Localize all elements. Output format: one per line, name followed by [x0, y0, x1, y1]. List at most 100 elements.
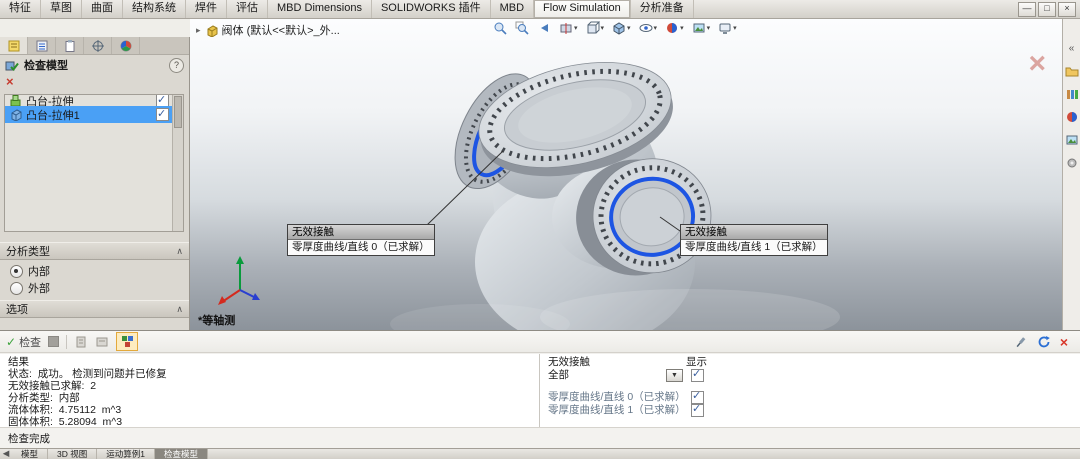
results-panel-toolbar: ✓ 检查 ×	[0, 331, 1080, 353]
propertymanager-tab-bar	[0, 37, 189, 55]
check-model-results-panel: ✓ 检查 × 结果 状态: 成功。 检测到问题并已修复 无效接触已求解: 2 分…	[0, 330, 1080, 448]
crosshair-icon	[91, 39, 105, 53]
section-view-button[interactable]: ▾	[559, 21, 578, 35]
check-button-label: 检查	[19, 334, 41, 350]
displaymanager-tab[interactable]	[112, 37, 140, 54]
view-orientation-button[interactable]: ▾	[586, 21, 605, 35]
valve-model[interactable]	[190, 19, 1062, 330]
close-results-icon[interactable]: ×	[1060, 335, 1068, 349]
help-icon[interactable]: ?	[169, 58, 184, 73]
window-close-button[interactable]: ×	[1058, 2, 1076, 17]
stop-button[interactable]	[48, 336, 59, 347]
contact-row-label[interactable]: 零厚度曲线/直线 0（已求解）	[548, 391, 691, 404]
scrollbar-thumb[interactable]	[174, 96, 182, 128]
tab-scroll-left-icon[interactable]: ◀	[0, 449, 12, 459]
apply-scene-button[interactable]: ▾	[692, 21, 711, 35]
tool-icon-2[interactable]	[95, 335, 109, 349]
graphics-viewport[interactable]: ▸ 阀体 (默认<<默认>_外... ▾ ▾ ▾ ▾ ▾ ▾ ▾ × 无效接触 …	[190, 19, 1062, 330]
radio-internal[interactable]	[10, 265, 23, 278]
analysis-type-section-header[interactable]: 分析类型 ∧	[0, 242, 189, 260]
folder-icon[interactable]	[1065, 64, 1079, 78]
check-button[interactable]: ✓ 检查	[6, 334, 41, 350]
results-header: 结果	[8, 356, 531, 368]
configuration-tab[interactable]	[28, 37, 56, 54]
tree-item-label: 凸台-拉伸	[26, 95, 74, 106]
show-all-checkbox[interactable]	[691, 369, 704, 382]
pin-icon[interactable]	[1014, 335, 1028, 349]
panel-title: 检查模型	[24, 57, 68, 73]
panel-top-gap	[0, 19, 190, 37]
callout-body: 零厚度曲线/直线 0（已求解）	[288, 240, 434, 255]
heads-up-view-toolbar: ▾ ▾ ▾ ▾ ▾ ▾ ▾	[493, 21, 737, 35]
radio-external[interactable]	[10, 282, 23, 295]
design-library-icon[interactable]	[1065, 87, 1079, 101]
window-restore-button[interactable]: □	[1038, 2, 1056, 17]
propertymanager-tab[interactable]	[0, 37, 28, 54]
tree-item-selected[interactable]: 凸台-拉伸1	[5, 106, 173, 123]
tab-motion-study[interactable]: 运动算例1	[97, 449, 155, 459]
custom-properties-icon[interactable]	[1065, 156, 1079, 170]
tree-scrollbar[interactable]	[172, 95, 183, 231]
options-section-header[interactable]: 选项 ∧	[0, 300, 189, 318]
radio-internal-label: 内部	[28, 263, 50, 279]
check-model-icon	[5, 58, 19, 72]
invalid-contacts-icon	[121, 335, 134, 348]
appearances-icon[interactable]	[1065, 110, 1079, 124]
cancel-icon[interactable]: ×	[6, 74, 14, 89]
display-style-button[interactable]: ▾	[612, 21, 631, 35]
tab-model[interactable]: 模型	[12, 449, 48, 459]
solid-body-icon	[9, 108, 22, 121]
contact-row-checkbox[interactable]	[691, 404, 704, 417]
taskpane-collapse-icon[interactable]: «	[1065, 41, 1079, 55]
breadcrumb[interactable]: 阀体 (默认<<默认>_外...	[222, 22, 340, 38]
ribbon-tab-surfaces[interactable]: 曲面	[82, 0, 123, 18]
zoom-area-button[interactable]	[515, 21, 529, 35]
collapse-chevron-icon[interactable]: ∧	[176, 304, 183, 315]
view-settings-button[interactable]: ▾	[718, 21, 737, 35]
analysis-internal-option[interactable]: 内部	[10, 263, 50, 279]
ribbon-tab-analysis-prep[interactable]: 分析准备	[631, 0, 694, 18]
ribbon-tab-flow-simulation[interactable]: Flow Simulation	[534, 0, 631, 18]
filter-dropdown[interactable]: ▼	[666, 369, 683, 382]
ribbon-tab-features[interactable]: 特征	[0, 0, 41, 18]
contact-row-label[interactable]: 零厚度曲线/直线 1（已求解）	[548, 404, 691, 417]
edit-appearance-button[interactable]: ▾	[665, 21, 684, 35]
results-contacts-line: 无效接触已求解: 2	[8, 380, 531, 392]
window-minimize-button[interactable]: —	[1018, 2, 1036, 17]
document-tab-bar: ◀ 模型 3D 视图 运动算例1 检查模型	[0, 448, 1080, 459]
tree-item-checkbox[interactable]	[156, 108, 169, 121]
confirmation-corner-cancel-icon[interactable]: ×	[1028, 49, 1046, 79]
tree-item-checkbox[interactable]	[156, 95, 169, 106]
zoom-fit-button[interactable]	[493, 21, 507, 35]
clipboard-tab[interactable]	[56, 37, 84, 54]
callout-body: 零厚度曲线/直线 1（已求解）	[681, 240, 827, 255]
analysis-external-option[interactable]: 外部	[10, 280, 50, 296]
ribbon-tab-sketch[interactable]: 草图	[41, 0, 82, 18]
previous-view-button[interactable]	[537, 21, 551, 35]
invalid-contact-callout-0[interactable]: 无效接触 零厚度曲线/直线 0（已求解）	[287, 224, 435, 256]
dimxpert-tab[interactable]	[84, 37, 112, 54]
ribbon-tab-evaluate[interactable]: 评估	[227, 0, 268, 18]
view-palette-icon[interactable]	[1065, 133, 1079, 147]
refresh-icon[interactable]	[1037, 335, 1051, 349]
show-invalid-contacts-toggle[interactable]	[116, 332, 138, 351]
tab-3d-views[interactable]: 3D 视图	[48, 449, 97, 459]
featuremanager-flyout-arrow-icon[interactable]: ▸	[196, 25, 201, 36]
ribbon-tab-mbd[interactable]: MBD	[491, 0, 534, 18]
results-summary: 结果 状态: 成功。 检测到问题并已修复 无效接触已求解: 2 分析类型: 内部…	[0, 354, 540, 427]
invalid-contact-callout-1[interactable]: 无效接触 零厚度曲线/直线 1（已求解）	[680, 224, 828, 256]
check-icon: ✓	[6, 335, 16, 349]
collapse-chevron-icon[interactable]: ∧	[176, 246, 183, 257]
ribbon-tab-weldments[interactable]: 焊件	[186, 0, 227, 18]
tool-icon-1[interactable]	[74, 335, 88, 349]
appearance-sphere-icon	[119, 39, 133, 53]
ribbon-tab-addins[interactable]: SOLIDWORKS 插件	[372, 0, 491, 18]
tree-item-clipped[interactable]: 凸台-拉伸	[5, 95, 173, 106]
ribbon-tab-structure[interactable]: 结构系统	[123, 0, 186, 18]
feature-selection-list: 凸台-拉伸 凸台-拉伸1	[4, 94, 184, 232]
filter-all-label: 全部	[548, 369, 666, 382]
tab-check-model[interactable]: 检查模型	[155, 449, 208, 459]
hide-show-items-button[interactable]: ▾	[639, 21, 658, 35]
boss-extrude-icon	[9, 95, 22, 106]
ribbon-tab-mbd-dimensions[interactable]: MBD Dimensions	[268, 0, 372, 18]
